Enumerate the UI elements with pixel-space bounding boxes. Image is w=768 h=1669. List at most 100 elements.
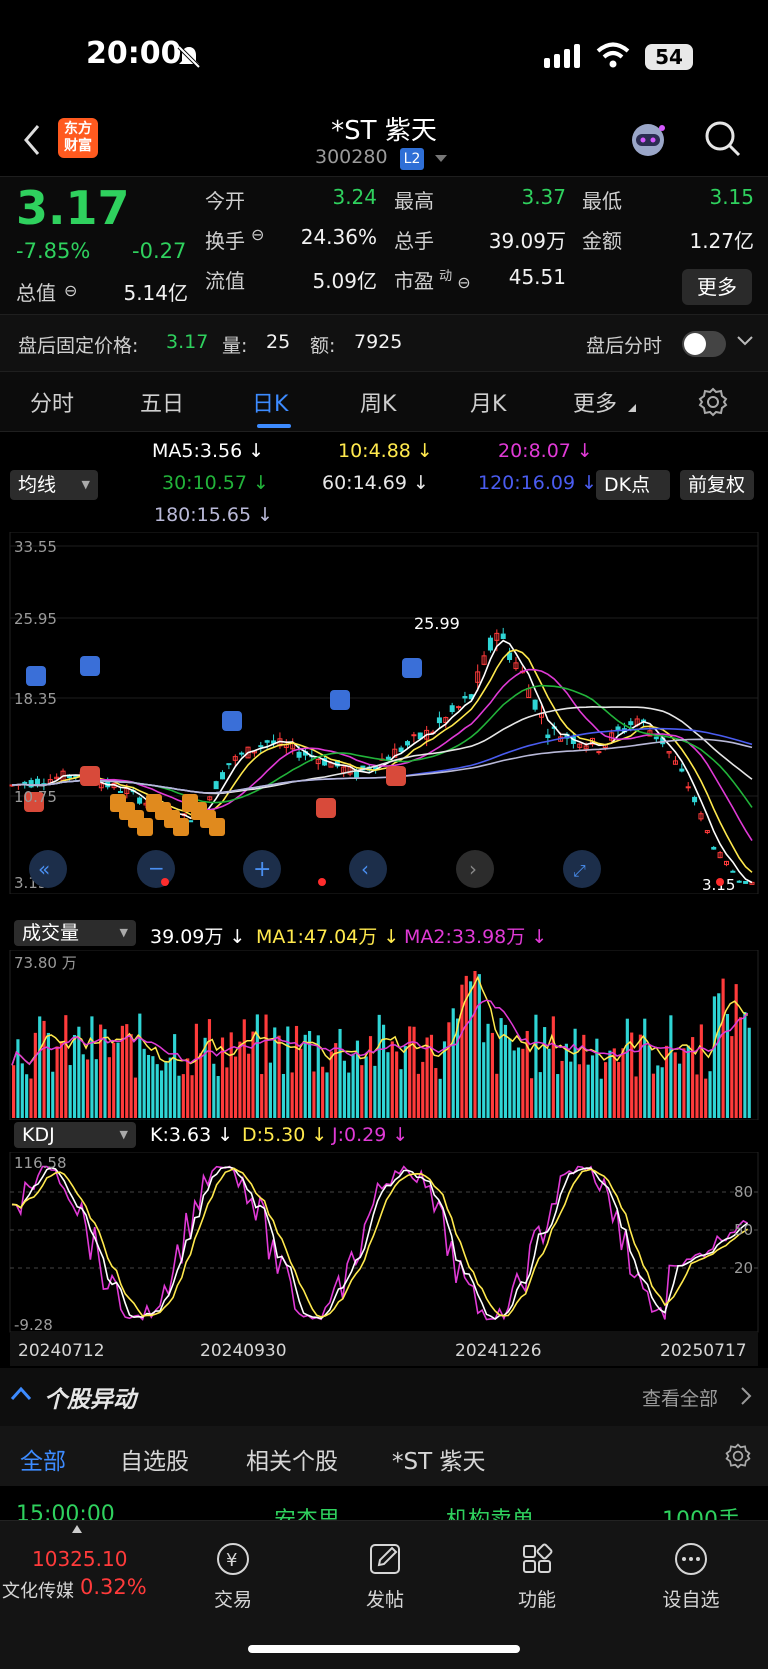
volume-bar [199, 1053, 203, 1118]
dk-point-button[interactable]: DK点 [596, 470, 670, 500]
index-name[interactable]: 文化传媒 [2, 1577, 74, 1603]
zoom-out-button[interactable]: − [137, 850, 175, 888]
after-hours-toggle[interactable] [682, 331, 726, 357]
volume-select-dropdown[interactable]: 成交量 ▼ [14, 920, 136, 946]
kdj-chart[interactable]: 116.58 -9.28 80 50 20 20240712 20240930 … [0, 1152, 768, 1368]
scroll-right-button[interactable]: › [456, 850, 494, 888]
ma10-legend: 10:4.88 ↓ [338, 440, 433, 462]
volume-bar [469, 981, 473, 1118]
kdj-bottom-label: -9.28 [14, 1316, 53, 1334]
candle-body [226, 763, 232, 766]
dropdown-caret-icon: ▼ [119, 1128, 128, 1141]
volume-bar [590, 1055, 595, 1118]
stock-code[interactable]: 300280 [315, 146, 388, 168]
kdj-select-dropdown[interactable]: KDJ ▼ [14, 1122, 136, 1148]
volume-bar [20, 1063, 24, 1118]
volume-bar [704, 1078, 708, 1118]
index-value[interactable]: 10325.10 [32, 1547, 127, 1571]
amount-label: 金额 [582, 229, 622, 253]
mcap-value: 5.14亿 [123, 281, 188, 305]
tab-daily-k[interactable]: 日K [252, 386, 288, 418]
volume-bar [604, 1062, 608, 1118]
info-icon[interactable]: ⊖ [457, 273, 470, 292]
last-price: 3.17 [16, 181, 130, 235]
signal-icon [544, 44, 580, 68]
more-quote-button[interactable]: 更多 [682, 269, 752, 305]
volume-chart[interactable]: 73.80 万 [0, 950, 768, 1120]
volume-bar [386, 1052, 390, 1118]
view-all-link[interactable]: 查看全部 [642, 1384, 718, 1411]
tab-intraday[interactable]: 分时 [30, 386, 74, 418]
kdj-k-legend: K:3.63 ↓ [150, 1124, 234, 1146]
after-hours-amt: 7925 [354, 331, 403, 353]
candle-body [456, 706, 462, 709]
chevron-right-icon[interactable] [740, 1386, 752, 1406]
ma20-legend: 20:8.07 ↓ [498, 440, 593, 462]
volume-bar [12, 1065, 16, 1118]
nav-add-watchlist[interactable]: 设自选 [646, 1539, 736, 1612]
index-percent[interactable]: 0.32% [80, 1575, 147, 1599]
tab-more[interactable]: 更多 [573, 386, 617, 418]
volume-bar [277, 1035, 281, 1118]
volume-bar [103, 1029, 107, 1118]
movers-tab-related[interactable]: 相关个股 [246, 1442, 338, 1476]
candle-body [405, 741, 411, 746]
search-icon[interactable] [702, 118, 742, 158]
scroll-left-button[interactable]: ‹ [349, 850, 387, 888]
nav-trade[interactable]: ¥ 交易 [188, 1539, 278, 1612]
volume-bar [538, 1072, 542, 1118]
after-hours-toggle-label: 盘后分时 [586, 335, 663, 357]
volume-bar [390, 1041, 394, 1118]
volume-bar [643, 1018, 647, 1118]
zoom-in-button[interactable]: + [243, 850, 281, 888]
movers-row[interactable]: 15:00:00 安杰思 机构卖单 1000手 [0, 1490, 768, 1520]
nav-add-watchlist-label: 设自选 [662, 1589, 720, 1611]
volume-bar [129, 1034, 133, 1118]
tab-underline [257, 424, 291, 428]
candle-body [685, 786, 691, 789]
movers-tab-watchlist[interactable]: 自选股 [120, 1442, 189, 1476]
volume-bar [551, 1016, 555, 1118]
volume-bar [416, 1073, 420, 1118]
volume-bar [556, 1074, 560, 1118]
ai-assistant-icon[interactable] [626, 118, 670, 162]
movers-header[interactable]: 个股异动 查看全部 [0, 1368, 768, 1426]
volume-bar [508, 1038, 512, 1118]
nav-functions[interactable]: 功能 [492, 1539, 582, 1612]
nav-post[interactable]: 发帖 [340, 1539, 430, 1612]
fullscreen-button[interactable]: ⤢ [563, 850, 601, 888]
pe-sup: 动 [439, 269, 453, 284]
chevron-up-icon[interactable] [10, 1386, 32, 1402]
candle-body [679, 768, 685, 772]
adjust-button[interactable]: 前复权 [680, 470, 754, 500]
nav-trade-label: 交易 [213, 1589, 252, 1611]
volume-bar [442, 1041, 447, 1118]
volume-bar [577, 1064, 582, 1118]
stock-header: 东方 财富 *ST 紫天 300280 L2 [0, 110, 768, 176]
volume-bar [560, 1060, 564, 1118]
volume-bar [408, 1026, 412, 1118]
chevron-down-icon[interactable] [434, 154, 448, 164]
chevron-down-icon[interactable] [736, 335, 754, 347]
ma-select-dropdown[interactable]: 均线 ▼ [10, 470, 98, 500]
movers-tab-all[interactable]: 全部 [20, 1442, 66, 1476]
settings-gear-icon[interactable] [724, 1442, 752, 1470]
scroll-left-fast-button[interactable]: « [29, 850, 67, 888]
info-icon[interactable]: ⊖ [251, 225, 264, 244]
movers-tab-stock[interactable]: *ST 紫天 [392, 1442, 485, 1476]
ma120-legend: 120:16.09 ↓ [478, 472, 598, 494]
volume-bar [499, 1018, 503, 1118]
volume-bar [133, 1077, 138, 1118]
l2-badge[interactable]: L2 [400, 148, 424, 170]
settings-gear-icon[interactable] [697, 386, 729, 418]
volume-bar [599, 1078, 603, 1118]
candle-body [411, 734, 417, 737]
info-icon[interactable]: ⊖ [64, 281, 77, 300]
candlestick-chart[interactable]: 33.55 25.95 18.35 10.75 3.15 25.99 3.15 … [0, 532, 768, 894]
tab-five-day[interactable]: 五日 [140, 386, 184, 418]
status-bar: 20:00 54 [0, 0, 768, 110]
tab-weekly-k[interactable]: 周K [360, 386, 396, 418]
kline-chart-area: MA5:3.56 ↓ 10:4.88 ↓ 20:8.07 ↓ 30:10.57 … [0, 432, 768, 1368]
volume-bar [695, 1074, 699, 1118]
tab-monthly-k[interactable]: 月K [470, 386, 506, 418]
